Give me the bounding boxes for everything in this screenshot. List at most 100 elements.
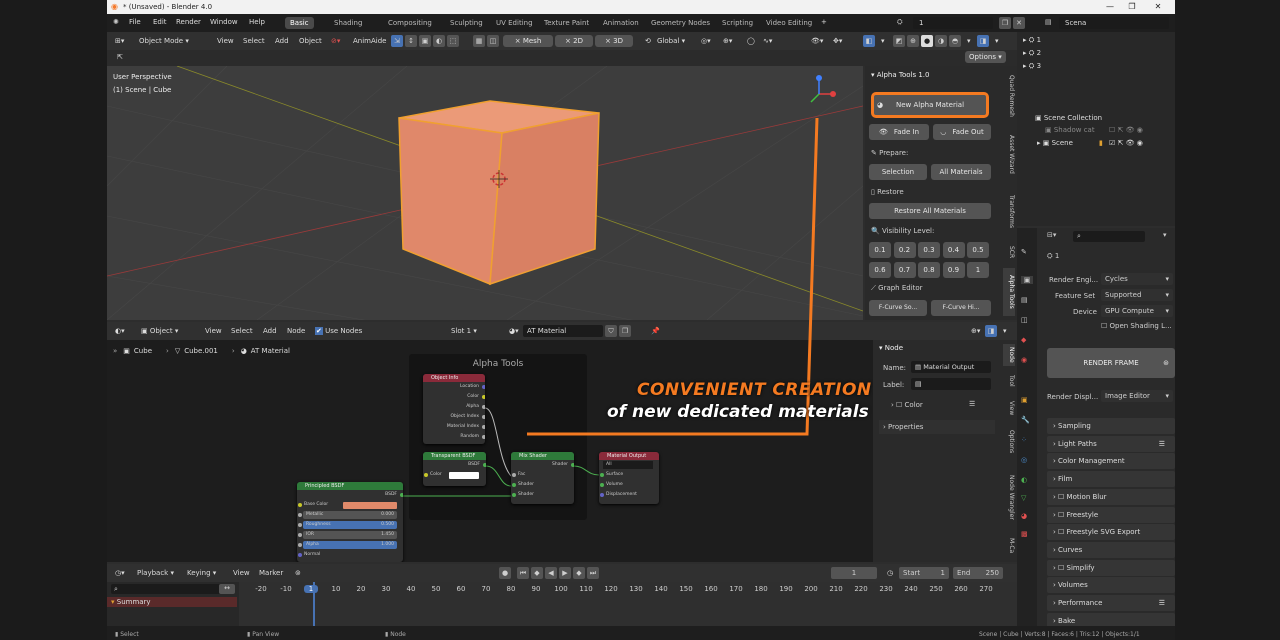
scene-tab-icon[interactable]: ◆: [1021, 336, 1026, 344]
pivot-icon[interactable]: ◎▾: [697, 35, 715, 47]
use-nodes-checkbox[interactable]: ✔ Use Nodes: [311, 325, 366, 337]
fade-out-button[interactable]: ◡ Fade Out: [933, 124, 991, 140]
node-menu-add[interactable]: Add: [259, 325, 281, 337]
xray-icon[interactable]: ◩: [893, 35, 905, 47]
visibility-level-button[interactable]: 0.8: [918, 262, 940, 278]
end-frame-field[interactable]: End 250: [953, 567, 1003, 579]
feature-set-dropdown[interactable]: Supported ▾: [1101, 289, 1173, 301]
mesh-button[interactable]: × Mesh: [503, 35, 553, 47]
summary-row[interactable]: ▾ Summary: [107, 597, 237, 607]
blender-menu-icon[interactable]: ✺: [113, 18, 119, 26]
options-dropdown[interactable]: Options ▾: [965, 51, 1006, 63]
node-principled-field[interactable]: Roughness 0.500: [303, 521, 397, 529]
texture-tab-icon[interactable]: ▩: [1021, 530, 1028, 538]
fcurve-so-button[interactable]: F-Curve So...: [869, 300, 927, 316]
material-name-field[interactable]: AT Material: [523, 325, 603, 337]
node-transparent-bsdf[interactable]: Transparent BSDF BSDF Color: [423, 452, 486, 486]
output-tab-icon[interactable]: ▤: [1021, 296, 1028, 304]
selection-button[interactable]: Selection: [869, 164, 927, 180]
render-engine-dropdown[interactable]: Cycles ▾: [1101, 273, 1173, 285]
visibility-level-button[interactable]: 0.6: [869, 262, 891, 278]
workspace-tab-texture-paint[interactable]: Texture Paint: [539, 17, 594, 29]
sidebar-dropdown-icon[interactable]: ▾: [991, 35, 1003, 47]
node-menu-node[interactable]: Node: [283, 325, 309, 337]
shading-dropdown-icon[interactable]: ▾: [963, 35, 975, 47]
tab-alpha-tools[interactable]: Alpha Tools: [1003, 268, 1015, 316]
menu-animaide[interactable]: AnimAide: [349, 35, 390, 47]
workspace-tab-geometry-nodes[interactable]: Geometry Nodes: [646, 17, 715, 29]
3d-viewport[interactable]: User Perspective (1) Scene | Cube: [107, 66, 863, 320]
visibility-level-button[interactable]: 0.3: [918, 242, 940, 258]
node-principled-input[interactable]: Base Color: [297, 500, 403, 510]
timeline-menu-view[interactable]: View: [229, 567, 254, 579]
minimize-button[interactable]: —: [1103, 2, 1117, 11]
visibility-level-button[interactable]: 0.9: [942, 262, 965, 278]
fcurve-hi-button[interactable]: F-Curve Hi...: [931, 300, 991, 316]
node-mix-shader[interactable]: Mix Shader Shader Fac Shader Shader: [511, 452, 574, 504]
color-swatch-white[interactable]: [449, 472, 479, 479]
object-mode-dropdown[interactable]: Object Mode ▾: [135, 35, 193, 47]
node-principled-field[interactable]: IOR 1.450: [303, 531, 397, 539]
object-tab-icon[interactable]: ▣: [1021, 396, 1028, 404]
render-display-dropdown[interactable]: Image Editor ▾: [1101, 390, 1173, 402]
node-transparent-color-input[interactable]: Color: [423, 470, 486, 480]
menu-edit[interactable]: Edit: [153, 18, 167, 26]
tab-tool[interactable]: Tool: [1003, 370, 1015, 392]
tab-scr[interactable]: SCR: [1003, 240, 1015, 264]
fade-in-button[interactable]: 👁 Fade In: [869, 124, 929, 140]
view-layer-tab-icon[interactable]: ◫: [1021, 316, 1028, 324]
node-color-presets-icon[interactable]: ☰: [969, 400, 975, 408]
two-d-button[interactable]: × 2D: [555, 35, 593, 47]
tab-transforms[interactable]: Transforms: [1003, 186, 1015, 236]
material-tab-icon[interactable]: ◕: [1021, 512, 1027, 520]
particles-tab-icon[interactable]: ⁘: [1021, 436, 1027, 444]
close-button[interactable]: ✕: [1151, 2, 1165, 11]
restore-all-button[interactable]: Restore All Materials: [869, 203, 991, 219]
properties-options-icon[interactable]: ▾: [1163, 231, 1167, 239]
properties-section-color-management[interactable]: › Color Management: [1047, 453, 1175, 470]
scale-icon[interactable]: ⬚: [447, 35, 459, 47]
menu-object[interactable]: Object: [295, 35, 326, 47]
sidebar-toggle-icon[interactable]: ◨: [977, 35, 989, 47]
view-layer-icon[interactable]: ▤: [1045, 18, 1052, 26]
node-principled-input[interactable]: Normal: [297, 550, 403, 560]
properties-section-curves[interactable]: › Curves: [1047, 541, 1175, 558]
visibility-level-button[interactable]: 0.4: [942, 242, 965, 258]
next-key-icon[interactable]: ◆: [573, 567, 585, 579]
tool-tab-icon[interactable]: ✎: [1021, 248, 1027, 256]
pin-icon[interactable]: 📌: [647, 325, 664, 337]
tab-options[interactable]: Options: [1003, 424, 1015, 460]
visibility-level-button[interactable]: 0.7: [893, 262, 916, 278]
workspace-tab-animation[interactable]: Animation: [598, 17, 644, 29]
copy-scene-icon[interactable]: ❐: [999, 17, 1011, 29]
tab-node[interactable]: Node: [1003, 344, 1015, 366]
menu-window[interactable]: Window: [210, 18, 238, 26]
node-principled-bsdf[interactable]: Principled BSDF BSDF Base Color Metallic 0…: [297, 482, 403, 562]
node-overlay-icon[interactable]: ⊕▾: [967, 325, 984, 337]
transform-icon[interactable]: ▣: [419, 35, 431, 47]
section-toggle-checkbox[interactable]: ☐: [1058, 493, 1067, 501]
workspace-tab-video-editing[interactable]: Video Editing: [761, 17, 817, 29]
all-materials-button[interactable]: All Materials: [931, 164, 991, 180]
visibility-level-button[interactable]: 1: [967, 262, 989, 278]
workspace-tab-shading[interactable]: Shading: [329, 17, 367, 29]
timeline-editor-icon[interactable]: ◷▾: [111, 567, 129, 579]
material-browse-icon[interactable]: ◕▾: [505, 325, 523, 337]
modifier-tab-icon[interactable]: 🔧: [1021, 416, 1030, 424]
play-reverse-icon[interactable]: ◀: [545, 567, 557, 579]
section-toggle-checkbox[interactable]: ☐: [1058, 564, 1067, 572]
menu-help[interactable]: Help: [249, 18, 265, 26]
overlays-icon[interactable]: ◧: [863, 35, 875, 47]
presets-list-icon[interactable]: ☰: [1159, 436, 1165, 452]
menu-render[interactable]: Render: [176, 18, 201, 26]
properties-section-sampling[interactable]: › Sampling: [1047, 418, 1175, 434]
jump-start-icon[interactable]: ⏮: [517, 567, 529, 579]
node-principled-field[interactable]: Metallic 0.000: [303, 511, 397, 519]
node-principled-input[interactable]: Roughness 0.500: [297, 520, 403, 530]
object-shader-dropdown[interactable]: ▣ Object ▾: [137, 325, 182, 337]
preview-range-icon[interactable]: ◷: [883, 567, 897, 579]
tab-m-ca[interactable]: M-Ca: [1003, 534, 1015, 558]
keying-dropdown[interactable]: Keying ▾: [183, 567, 220, 579]
view-layer-field[interactable]: Scena: [1059, 17, 1169, 29]
falloff-icon[interactable]: ∿▾: [759, 35, 776, 47]
